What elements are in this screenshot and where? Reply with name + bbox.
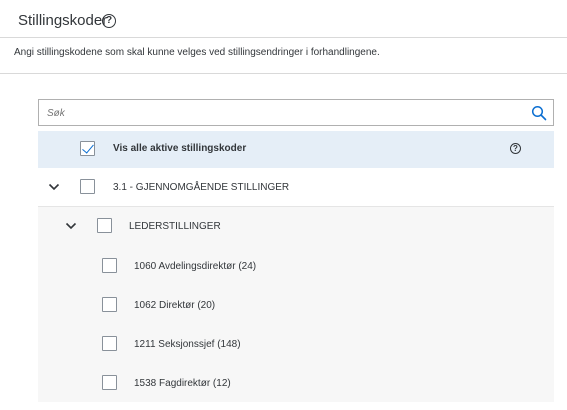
show-all-row[interactable]: Vis alle aktive stillingskoder ? [38, 131, 554, 168]
tree-item-row[interactable]: 1538 Fagdirektør (12) [38, 363, 554, 402]
group-label: 3.1 - GJENNOMGÅENDE STILLINGER [113, 182, 290, 193]
position-code-tree: Vis alle aktive stillingskoder ? 3.1 - G… [38, 99, 554, 410]
chevron-down-icon[interactable] [48, 181, 60, 193]
subgroup-label: LEDERSTILLINGER [129, 221, 221, 232]
item-label: 1538 Fagdirektør (12) [134, 378, 231, 389]
item-label: 1062 Direktør (20) [134, 300, 216, 311]
search-icon[interactable] [531, 105, 547, 121]
chevron-down-icon[interactable] [65, 220, 77, 232]
item-label: 1211 Seksjonssjef (148) [134, 339, 241, 350]
item-checkbox[interactable] [102, 375, 117, 390]
help-icon[interactable]: ? [510, 143, 521, 154]
search-input[interactable] [47, 105, 517, 121]
subgroup-checkbox[interactable] [97, 218, 112, 233]
item-checkbox[interactable] [102, 258, 117, 273]
show-all-label: Vis alle aktive stillingskoder [113, 143, 247, 154]
description-row: Angi stillingskodene som skal kunne velg… [0, 38, 567, 74]
item-checkbox[interactable] [102, 297, 117, 312]
item-label: 1060 Avdelingsdirektør (24) [134, 261, 257, 272]
tree-group-row[interactable]: 3.1 - GJENNOMGÅENDE STILLINGER [38, 168, 554, 207]
help-icon[interactable]: ? [102, 14, 116, 28]
search-field[interactable] [38, 99, 554, 126]
tree-item-row[interactable]: 1062 Direktør (20) [38, 285, 554, 324]
tree-item-row[interactable]: 1060 Avdelingsdirektør (24) [38, 246, 554, 285]
show-all-checkbox[interactable] [80, 141, 95, 156]
page-title: Stillingskoder [18, 12, 108, 29]
description-text: Angi stillingskodene som skal kunne velg… [14, 47, 380, 58]
tree-item-row[interactable]: 1211 Seksjonssjef (148) [38, 324, 554, 363]
group-checkbox[interactable] [80, 179, 95, 194]
tree-subgroup-row[interactable]: LEDERSTILLINGER [38, 207, 554, 246]
page-header: Stillingskoder ? [0, 0, 567, 38]
item-checkbox[interactable] [102, 336, 117, 351]
